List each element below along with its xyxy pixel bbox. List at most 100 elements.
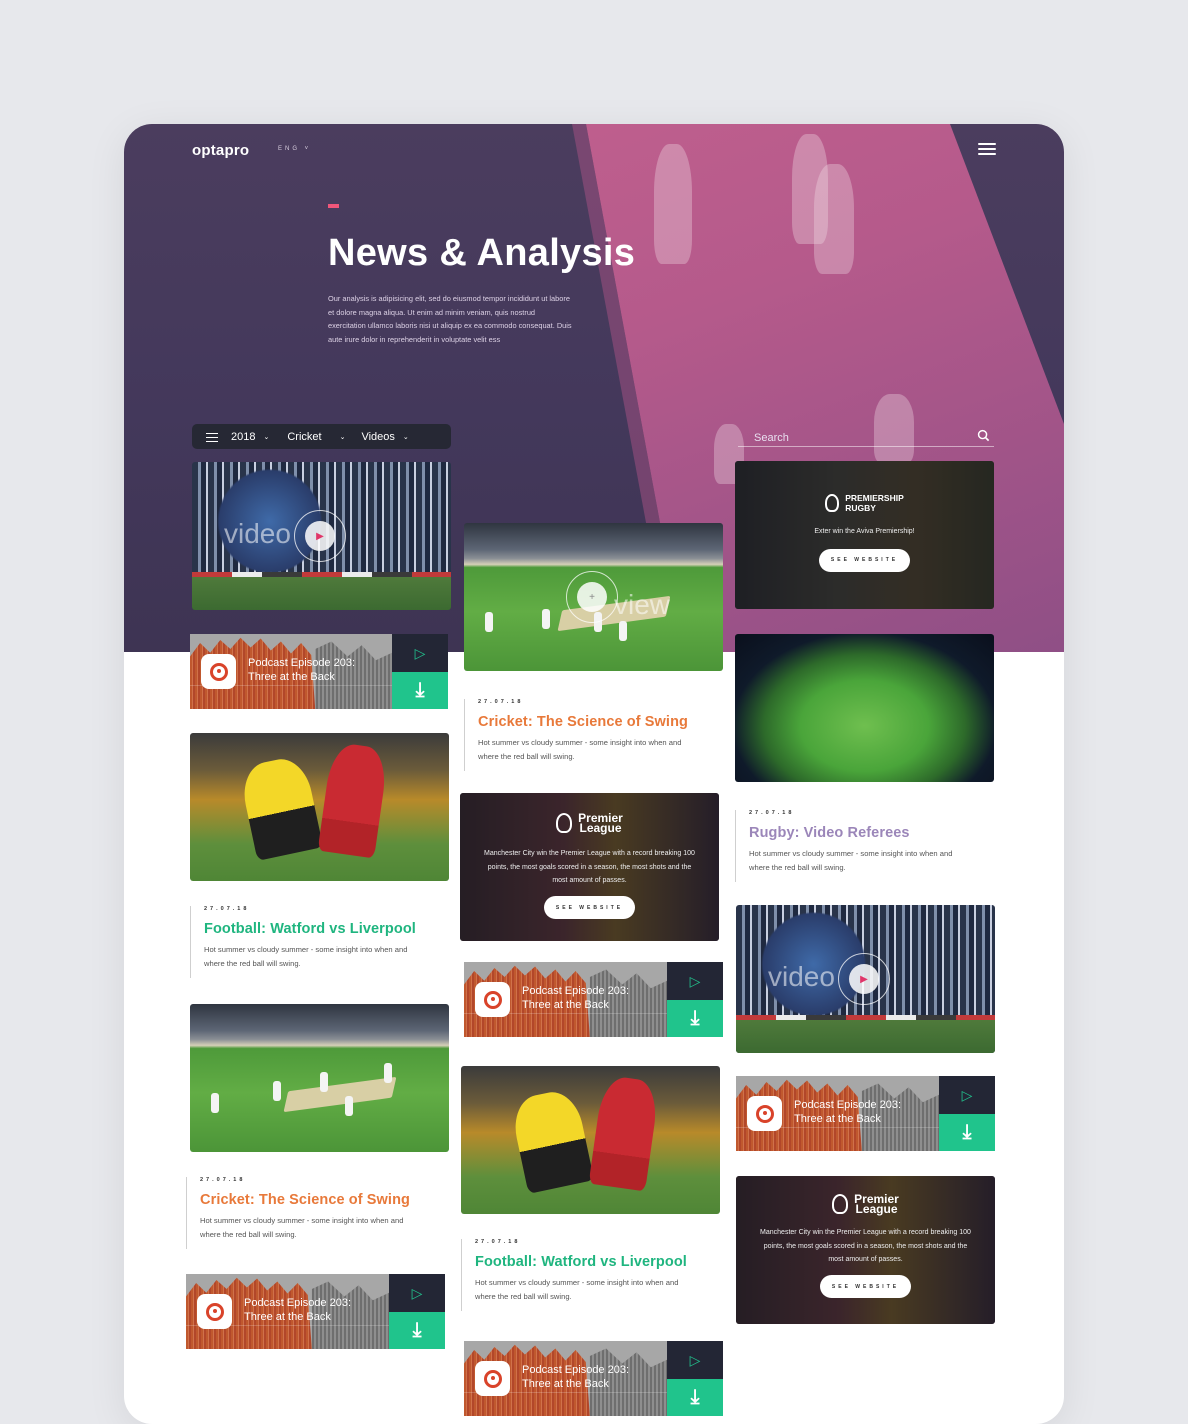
see-website-button[interactable]: SEE WEBSITE bbox=[544, 896, 635, 920]
play-icon[interactable]: ▷ bbox=[667, 962, 723, 1000]
hero-player bbox=[654, 144, 692, 264]
play-button[interactable]: ▶ bbox=[294, 510, 346, 562]
podcast-line2: Three at the Back bbox=[244, 1311, 331, 1323]
article-image-cricket[interactable] bbox=[190, 1004, 449, 1152]
search-box bbox=[738, 428, 994, 447]
promo-content: PREMIERSHIP RUGBY Exter win the Aviva Pre… bbox=[735, 461, 994, 609]
podcast-icon bbox=[201, 654, 236, 689]
download-icon[interactable]: ⤓ bbox=[392, 672, 448, 709]
logo-line2: RUGBY bbox=[845, 503, 876, 513]
play-icon[interactable]: ▷ bbox=[392, 634, 448, 672]
type-select[interactable]: Videos ⌄ bbox=[361, 431, 408, 443]
promo-premier-league: Premier League Manchester City win the Pr… bbox=[736, 1176, 995, 1324]
podcast-line1: Podcast Episode 203: bbox=[244, 1297, 352, 1309]
page-card: optapro ENG ˅ News & Analysis Our analys… bbox=[124, 124, 1064, 1424]
search-input[interactable] bbox=[738, 432, 968, 444]
article-date: 27.07.18 bbox=[475, 1239, 521, 1245]
podcast-line1: Podcast Episode 203: bbox=[522, 1364, 630, 1376]
promo-text: Manchester City win the Premier League w… bbox=[760, 1229, 971, 1264]
sliders-icon[interactable] bbox=[206, 432, 218, 442]
video-thumb-cricket[interactable]: view + bbox=[464, 523, 723, 671]
waveform: Podcast Episode 203: Three at the Back bbox=[736, 1076, 939, 1151]
podcast-icon bbox=[197, 1294, 232, 1329]
article-date: 27.07.18 bbox=[749, 810, 795, 816]
podcast-line2: Three at the Back bbox=[522, 1378, 609, 1390]
play-button[interactable]: ▶ bbox=[838, 953, 890, 1005]
article-football[interactable]: 27.07.18 Football: Watford vs Liverpool … bbox=[461, 1239, 697, 1311]
chevron-down-icon: ⌄ bbox=[402, 433, 409, 441]
article-desc: Hot summer vs cloudy summer - some insig… bbox=[478, 738, 682, 761]
video-thumb-brighton[interactable]: video ▶ bbox=[736, 905, 995, 1053]
podcast-controls: ▷ ⤓ bbox=[389, 1274, 445, 1349]
download-icon[interactable]: ⤓ bbox=[667, 1379, 723, 1416]
download-icon[interactable]: ⤓ bbox=[939, 1114, 995, 1151]
sport-value: Cricket bbox=[287, 430, 322, 443]
podcast-title: Podcast Episode 203: Three at the Back bbox=[244, 1296, 351, 1324]
premier-league-logo: Premier League bbox=[832, 1193, 899, 1216]
promo-content: Premier League Manchester City win the Pr… bbox=[736, 1176, 995, 1324]
article-title[interactable]: Football: Watford vs Liverpool bbox=[475, 1254, 697, 1270]
waveform: Podcast Episode 203: Three at the Back bbox=[464, 962, 667, 1037]
plus-icon: + bbox=[577, 582, 607, 612]
podcast-line2: Three at the Back bbox=[522, 999, 609, 1011]
waveform: Podcast Episode 203: Three at the Back bbox=[464, 1341, 667, 1416]
logo[interactable]: optapro bbox=[192, 142, 249, 159]
see-website-button[interactable]: SEE WEBSITE bbox=[820, 1275, 911, 1299]
chevron-down-icon: ⌄ bbox=[339, 433, 346, 441]
article-desc: Hot summer vs cloudy summer - some insig… bbox=[200, 1216, 404, 1239]
download-icon[interactable]: ⤓ bbox=[667, 1000, 723, 1037]
search-icon[interactable] bbox=[977, 429, 990, 442]
article-image-football[interactable] bbox=[461, 1066, 720, 1214]
sport-select[interactable]: Cricket ⌄ bbox=[287, 431, 345, 443]
play-icon[interactable]: ▷ bbox=[667, 1341, 723, 1379]
year-select[interactable]: 2018 ⌄ bbox=[231, 431, 269, 443]
podcast-controls: ▷ ⤓ bbox=[667, 962, 723, 1037]
logo-line1: PREMIERSHIP bbox=[845, 493, 904, 503]
year-value: 2018 bbox=[231, 430, 256, 443]
article-image-rugby[interactable] bbox=[735, 634, 994, 782]
play-icon[interactable]: ▷ bbox=[939, 1076, 995, 1114]
podcast-title: Podcast Episode 203: Three at the Back bbox=[248, 656, 355, 684]
podcast-title: Podcast Episode 203: Three at the Back bbox=[522, 984, 629, 1012]
logo-line2: League bbox=[855, 1202, 898, 1216]
play-button[interactable]: + bbox=[566, 571, 618, 623]
premier-league-logo: Premier League bbox=[556, 812, 623, 834]
promo-text: Exter win the Aviva Premiership! bbox=[814, 528, 915, 535]
language-selector[interactable]: ENG ˅ bbox=[278, 146, 311, 152]
play-icon[interactable]: ▷ bbox=[389, 1274, 445, 1312]
promo-premier-league: Premier League Manchester City win the Pr… bbox=[460, 793, 719, 941]
article-cricket[interactable]: 27.07.18 Cricket: The Science of Swing H… bbox=[186, 1177, 422, 1249]
title-accent bbox=[328, 204, 339, 208]
chevron-down-icon: ⌄ bbox=[263, 433, 270, 441]
podcast-player: Podcast Episode 203: Three at the Back ▷ ⤓ bbox=[736, 1076, 995, 1151]
podcast-line1: Podcast Episode 203: bbox=[248, 657, 356, 669]
podcast-title: Podcast Episode 203: Three at the Back bbox=[522, 1363, 629, 1391]
hamburger-menu-icon[interactable] bbox=[978, 143, 996, 155]
article-image-football[interactable] bbox=[190, 733, 449, 881]
article-rugby[interactable]: 27.07.18 Rugby: Video Referees Hot summe… bbox=[735, 810, 971, 882]
podcast-line2: Three at the Back bbox=[794, 1113, 881, 1125]
podcast-controls: ▷ ⤓ bbox=[939, 1076, 995, 1151]
article-desc: Hot summer vs cloudy summer - some insig… bbox=[204, 945, 408, 968]
article-title[interactable]: Cricket: The Science of Swing bbox=[200, 1192, 422, 1208]
podcast-player: Podcast Episode 203: Three at the Back ▷ ⤓ bbox=[186, 1274, 445, 1349]
podcast-player: Podcast Episode 203: Three at the Back ▷ ⤓ bbox=[464, 962, 723, 1037]
article-cricket[interactable]: 27.07.18 Cricket: The Science of Swing H… bbox=[464, 699, 700, 771]
video-watermark: video bbox=[768, 961, 835, 992]
download-icon[interactable]: ⤓ bbox=[389, 1312, 445, 1349]
article-title[interactable]: Football: Watford vs Liverpool bbox=[204, 921, 426, 937]
play-icon: ▶ bbox=[849, 964, 879, 994]
page-title: News & Analysis bbox=[328, 232, 636, 274]
article-football[interactable]: 27.07.18 Football: Watford vs Liverpool … bbox=[190, 906, 426, 978]
article-title[interactable]: Cricket: The Science of Swing bbox=[478, 714, 700, 730]
podcast-icon bbox=[475, 982, 510, 1017]
article-title[interactable]: Rugby: Video Referees bbox=[749, 825, 971, 841]
podcast-line1: Podcast Episode 203: bbox=[794, 1099, 902, 1111]
article-desc: Hot summer vs cloudy summer - some insig… bbox=[475, 1278, 679, 1301]
waveform: Podcast Episode 203: Three at the Back bbox=[190, 634, 392, 709]
promo-premiership-rugby: PREMIERSHIP RUGBY Exter win the Aviva Pre… bbox=[735, 461, 994, 609]
see-website-button[interactable]: SEE WEBSITE bbox=[819, 548, 910, 572]
play-icon: ▶ bbox=[305, 521, 335, 551]
video-thumb-brighton[interactable]: video ▶ bbox=[192, 462, 451, 610]
podcast-player: Podcast Episode 203: Three at the Back ▷ ⤓ bbox=[464, 1341, 723, 1416]
